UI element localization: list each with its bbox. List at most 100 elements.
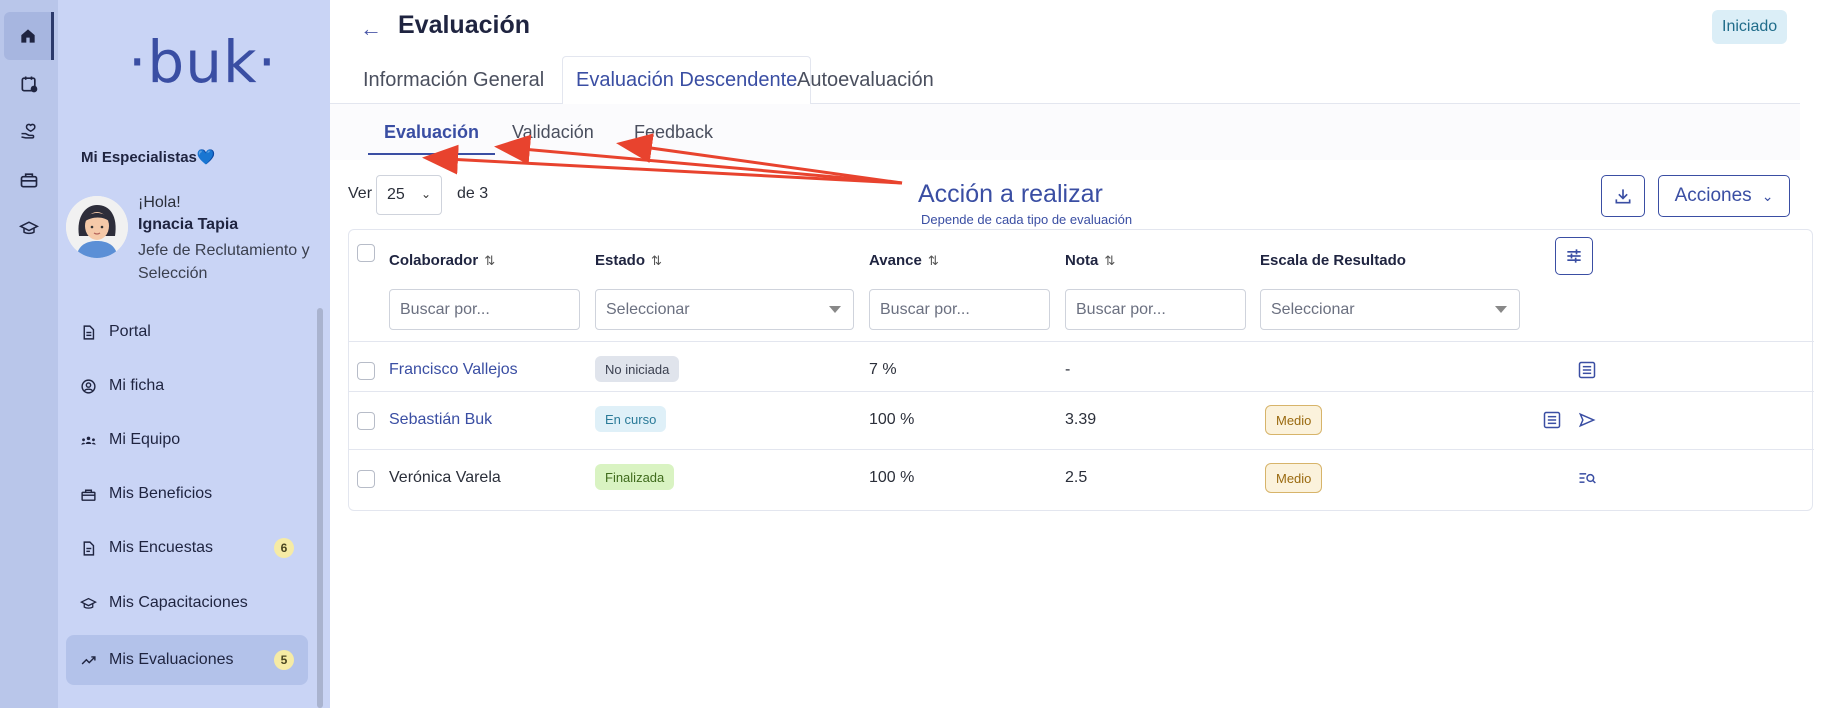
caret-down-icon [1495, 306, 1507, 313]
sort-icon[interactable]: ⇅ [484, 253, 495, 268]
caret-down-icon [829, 306, 841, 313]
column-header-nota[interactable]: Nota ⇅ [1065, 252, 1115, 269]
grade-value: - [1065, 361, 1071, 378]
filter-estado-select[interactable]: Seleccionar [595, 289, 854, 330]
count-badge: 5 [274, 650, 294, 670]
column-header-estado[interactable]: Estado ⇅ [595, 252, 662, 269]
rail-wellbeing-button[interactable] [4, 108, 54, 156]
progress-value: 100 % [869, 469, 915, 486]
user-circle-icon [81, 378, 96, 394]
page-title: Evaluación [398, 11, 530, 39]
subtab-feedback[interactable]: Feedback [634, 122, 713, 143]
sort-icon[interactable]: ⇅ [928, 253, 939, 268]
chevron-down-icon: ⌄ [420, 187, 431, 201]
result-scale-chip: Medio [1265, 405, 1323, 435]
list-icon[interactable] [1577, 360, 1597, 380]
table-row: Verónica Varela Finalizada 100 % 2.5 Med… [349, 449, 1814, 507]
row-checkbox[interactable] [357, 412, 375, 430]
sidebar-item-mis-evaluaciones[interactable]: Mis Evaluaciones 5 [66, 635, 308, 685]
page-size-select[interactable]: 25 ⌄ [376, 175, 442, 215]
buk-logo[interactable]: ·buk· [128, 28, 277, 96]
page-count-label: de 3 [457, 185, 489, 202]
tab-bar: Información General Evaluación Descenden… [330, 56, 1800, 105]
row-checkbox[interactable] [357, 470, 375, 488]
column-header-escala[interactable]: Escala de Resultado [1260, 252, 1406, 269]
rail-calendar-button[interactable] [4, 60, 54, 108]
subtab-evaluacion[interactable]: Evaluación [368, 122, 496, 155]
rail-home-button[interactable] [4, 12, 54, 60]
send-icon[interactable] [1577, 410, 1597, 430]
sidebar-item-label: Mi Equipo [109, 431, 181, 448]
evaluations-table: Colaborador ⇅ Estado ⇅ Avance ⇅ Nota ⇅ Escal… [348, 229, 1814, 511]
sidebar-item-mi-equipo[interactable]: Mi Equipo [66, 415, 308, 465]
subtab-validacion[interactable]: Validación [512, 122, 594, 143]
document-icon [83, 324, 95, 340]
count-badge: 6 [274, 538, 294, 558]
sidebar-item-label: Portal [109, 323, 151, 340]
grade-value: 3.39 [1065, 411, 1097, 428]
column-header-avance[interactable]: Avance ⇅ [869, 252, 939, 269]
result-scale-chip: Medio [1265, 463, 1323, 493]
progress-value: 7 % [869, 361, 897, 378]
tab-informacion-general[interactable]: Información General [350, 56, 557, 104]
gift-icon [81, 489, 96, 501]
sidebar-item-mis-encuestas[interactable]: Mis Encuestas 6 [66, 523, 308, 573]
collaborator-link[interactable]: Sebastián Buk [389, 411, 492, 429]
collaborator-link[interactable]: Francisco Vallejos [389, 361, 518, 379]
tab-evaluacion-descendente[interactable]: Evaluación Descendente [562, 56, 812, 105]
list-search-icon[interactable] [1577, 468, 1597, 488]
back-arrow-icon[interactable]: ← [360, 16, 382, 42]
graduation-cap-icon [19, 221, 39, 235]
column-header-colaborador[interactable]: Colaborador ⇅ [389, 252, 495, 269]
download-icon [1615, 189, 1631, 204]
status-badge: Iniciado [1712, 10, 1788, 44]
list-icon[interactable] [1542, 410, 1562, 430]
grade-value: 2.5 [1065, 469, 1088, 486]
sidebar-scrollbar[interactable] [317, 308, 323, 708]
sidebar-item-label: Mi ficha [109, 377, 165, 394]
select-all-checkbox[interactable] [357, 244, 375, 262]
sidebar-item-mi-ficha[interactable]: Mi ficha [66, 361, 308, 411]
filter-escala-select[interactable]: Seleccionar [1260, 289, 1520, 330]
calendar-icon [21, 76, 38, 93]
rail-benefits-button[interactable] [4, 156, 54, 204]
subtab-bar: Evaluación Validación Feedback [330, 104, 1800, 160]
user-name: Ignacia Tapia [138, 216, 239, 233]
page-size-label: Ver [348, 185, 373, 202]
user-role: Jefe de Reclutamiento y Selección [138, 242, 310, 282]
filter-nota-input[interactable]: Buscar por... [1065, 289, 1246, 330]
download-button[interactable] [1601, 175, 1645, 217]
tab-autoevaluacion[interactable]: Autoevaluación [784, 56, 947, 104]
sidebar-item-label: Mis Evaluaciones [109, 651, 234, 668]
status-chip: No iniciada [595, 356, 680, 382]
sidebar: ·buk· Mi Especialistas💙 ¡Hola! Ignacia T… [58, 0, 330, 708]
sliders-icon [1567, 249, 1581, 263]
acciones-label: Acciones [1674, 185, 1752, 206]
greeting: ¡Hola! [138, 194, 181, 211]
sort-icon[interactable]: ⇅ [651, 253, 662, 268]
avatar[interactable] [66, 196, 128, 258]
main-content: ← Evaluación Iniciado Información Genera… [330, 0, 1823, 708]
filter-avance-input[interactable]: Buscar por... [869, 289, 1050, 330]
acciones-button[interactable]: Acciones ⌄ [1658, 175, 1790, 217]
sidebar-item-mis-beneficios[interactable]: Mis Beneficios [66, 469, 308, 519]
sidebar-item-mis-capacitaciones[interactable]: Mis Capacitaciones [66, 578, 308, 628]
sort-icon[interactable]: ⇅ [1104, 253, 1115, 268]
sidebar-item-label: Mis Capacitaciones [109, 594, 248, 611]
trend-icon [81, 655, 96, 665]
sidebar-item-portal[interactable]: Portal [66, 307, 308, 357]
status-chip: Finalizada [595, 464, 675, 490]
survey-icon [83, 540, 95, 556]
page-size-value: 25 [387, 186, 405, 203]
sidebar-item-label: Mis Encuestas [109, 539, 214, 556]
organization-name: Mi Especialistas💙 [81, 149, 216, 166]
progress-value: 100 % [869, 411, 915, 428]
heart-hand-icon [21, 123, 36, 139]
row-checkbox[interactable] [357, 362, 375, 380]
status-chip: En curso [595, 406, 667, 432]
filter-colaborador-input[interactable]: Buscar por... [389, 289, 580, 330]
column-settings-button[interactable] [1555, 237, 1593, 275]
avatar-illustration [66, 196, 128, 258]
home-icon [20, 29, 35, 43]
rail-training-button[interactable] [4, 204, 54, 252]
